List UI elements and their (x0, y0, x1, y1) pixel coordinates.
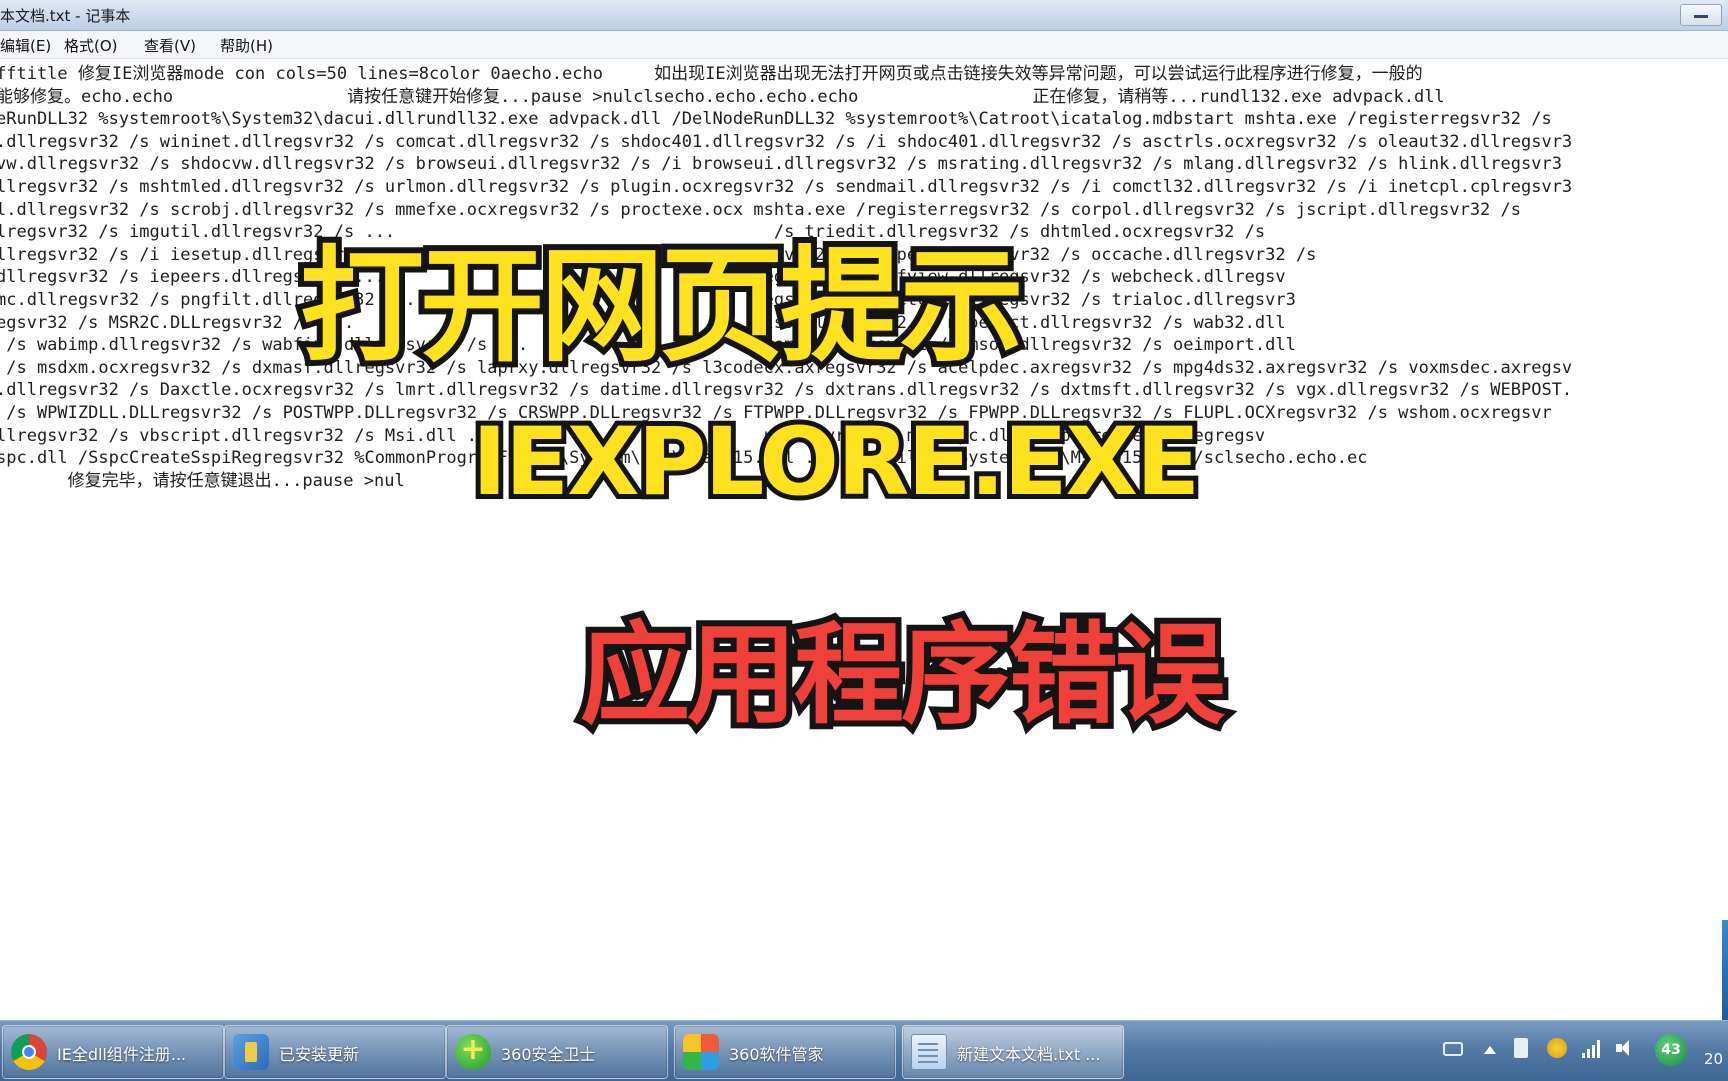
taskbar-item-360-safe[interactable]: 360安全卫士 (446, 1025, 668, 1079)
taskbar-item-notepad[interactable]: 新建文本文档.txt ... (902, 1025, 1124, 1079)
window-title-bar[interactable]: 本文档.txt - 记事本 (0, 0, 1728, 31)
taskbar-item-label: 已安装更新 (279, 1045, 360, 1064)
text-line: .dllregsvr32 /s wininet.dllregsvr32 /s c… (0, 131, 1573, 152)
keyboard-icon[interactable] (1443, 1042, 1463, 1056)
taskbar-item-ie-dll[interactable]: IE全dll组件注册... (2, 1025, 224, 1079)
360-software-icon (683, 1034, 719, 1070)
taskbar-item-label: 360软件管家 (729, 1045, 824, 1064)
tray-count-badge[interactable]: 43 (1655, 1034, 1687, 1066)
text-line: 能够修复。echo.echo 请按任意键开始修复...pause >nulcls… (0, 86, 1445, 107)
minimize-icon (1694, 15, 1708, 18)
overlay-exe-name: IEXPLORE.EXE (467, 403, 1205, 522)
overlay-headline: 打开网页提示 (294, 229, 1030, 385)
volume-icon[interactable] (1616, 1038, 1636, 1058)
menu-view[interactable]: 查看(V) (144, 35, 196, 56)
menu-help[interactable]: 帮助(H) (220, 35, 273, 56)
text-line: vw.dllregsvr32 /s shdocvw.dllregsvr32 /s… (0, 154, 1562, 175)
taskbar-item-label: IE全dll组件注册... (57, 1045, 187, 1064)
360-tray-icon[interactable] (1547, 1038, 1567, 1058)
taskbar: IE全dll组件注册... 已安装更新 360安全卫士 360软件管家 新建文本… (0, 1020, 1728, 1081)
window-title: 本文档.txt - 记事本 (0, 7, 131, 25)
network-signal-icon[interactable] (1582, 1038, 1602, 1058)
taskbar-item-label: 新建文本文档.txt ... (957, 1045, 1101, 1064)
taskbar-item-360-software[interactable]: 360软件管家 (674, 1025, 896, 1079)
360-safe-icon (455, 1032, 491, 1070)
menu-edit[interactable]: 编辑(E) (0, 35, 51, 56)
notepad-icon (911, 1034, 947, 1070)
chrome-icon (11, 1034, 47, 1070)
windows-update-icon (233, 1034, 269, 1070)
text-line: eRunDLL32 %systemroot%\System32\dacui.dl… (0, 109, 1552, 130)
taskbar-item-installed-updates[interactable]: 已安装更新 (224, 1025, 446, 1079)
minimize-button[interactable] (1680, 4, 1722, 26)
taskbar-item-label: 360安全卫士 (501, 1045, 596, 1064)
desktop-edge-sliver (1722, 920, 1728, 1020)
show-hidden-icons-icon[interactable] (1484, 1046, 1496, 1054)
text-line: fftitle 修复IE浏览器mode con cols=50 lines=8c… (0, 64, 1423, 84)
text-line: llregsvr32 /s mshtmled.dllregsvr32 /s ur… (0, 176, 1573, 197)
clock[interactable]: 20 (1704, 1050, 1723, 1068)
overlay-error-title: 应用程序错误 (574, 605, 1231, 745)
menu-format[interactable]: 格式(O) (64, 35, 118, 56)
usb-device-icon[interactable] (1514, 1038, 1528, 1058)
text-editor-area[interactable]: fftitle 修复IE浏览器mode con cols=50 lines=8c… (0, 59, 1728, 1019)
menu-bar: 编辑(E) 格式(O) 查看(V) 帮助(H) (0, 31, 1728, 59)
